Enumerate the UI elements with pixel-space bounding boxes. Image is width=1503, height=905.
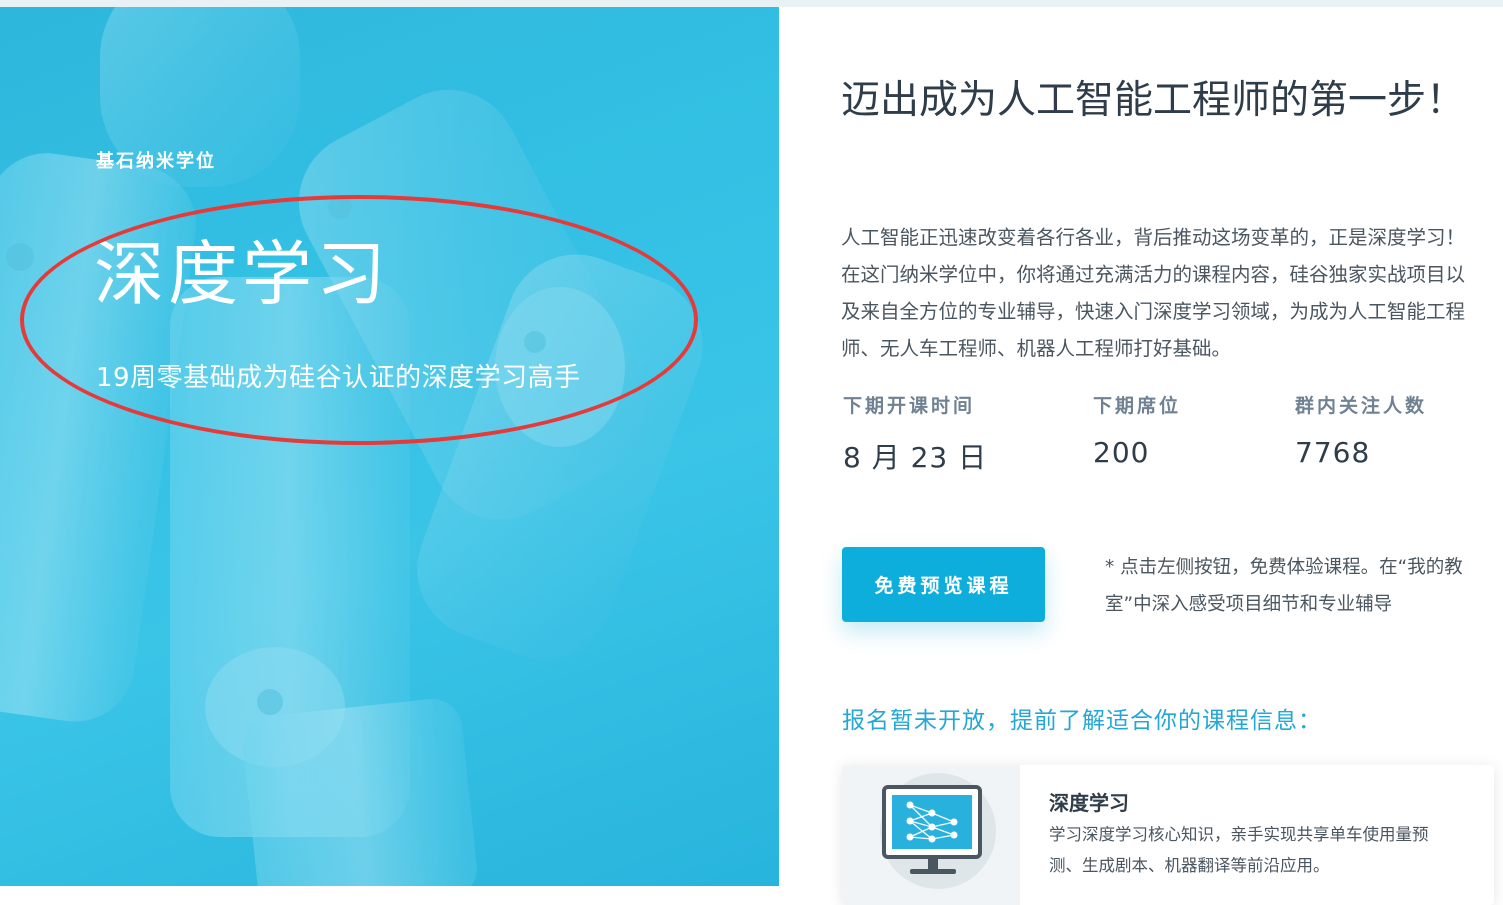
course-info-panel: 迈出成为人工智能工程师的第一步！ 人工智能正迅速改变着各行各业，背后推动这场变革… <box>779 7 1503 905</box>
course-card[interactable]: 深度学习 学习深度学习核心知识，亲手实现共享单车使用量预测、生成剧本、机器翻译等… <box>842 765 1494 905</box>
top-strip <box>0 0 1503 7</box>
page-headline: 迈出成为人工智能工程师的第一步！ <box>841 78 1466 123</box>
stat-followers: 群内关注人数 7768 <box>1295 391 1427 469</box>
robot-arm-background-image <box>0 7 779 886</box>
neural-network-monitor-icon <box>880 773 996 889</box>
course-card-description: 学习深度学习核心知识，亲手实现共享单车使用量预测、生成剧本、机器翻译等前沿应用。 <box>1049 825 1429 875</box>
annotation-ellipse <box>20 195 698 445</box>
enrollment-notice: 报名暂未开放，提前了解适合你的课程信息： <box>842 708 1322 734</box>
stat-next-start: 下期开课时间 8 月 23 日 <box>843 391 987 476</box>
cta-note: * 点击左侧按钮，免费体验课程。在“我的教室”中深入感受项目细节和专业辅导 <box>1105 557 1463 615</box>
stat-label: 下期开课时间 <box>843 395 976 417</box>
hero-banner: 基石纳米学位 深度学习 19周零基础成为硅谷认证的深度学习高手 <box>0 7 779 886</box>
course-card-title: 深度学习 <box>1049 791 1129 815</box>
course-description: 人工智能正迅速改变着各行各业，背后推动这场变革的，正是深度学习！在这门纳米学位中… <box>841 226 1466 360</box>
stat-value: 8 月 23 日 <box>843 441 988 474</box>
free-preview-button[interactable]: 免费预览课程 <box>842 547 1045 622</box>
stat-label: 下期席位 <box>1093 395 1182 417</box>
stat-value: 200 <box>1093 436 1150 469</box>
stat-seats: 下期席位 200 <box>1093 391 1181 469</box>
hero-eyebrow: 基石纳米学位 <box>96 151 216 172</box>
stat-label: 群内关注人数 <box>1295 395 1428 417</box>
course-card-media <box>842 765 1020 905</box>
stat-value: 7768 <box>1295 436 1371 469</box>
